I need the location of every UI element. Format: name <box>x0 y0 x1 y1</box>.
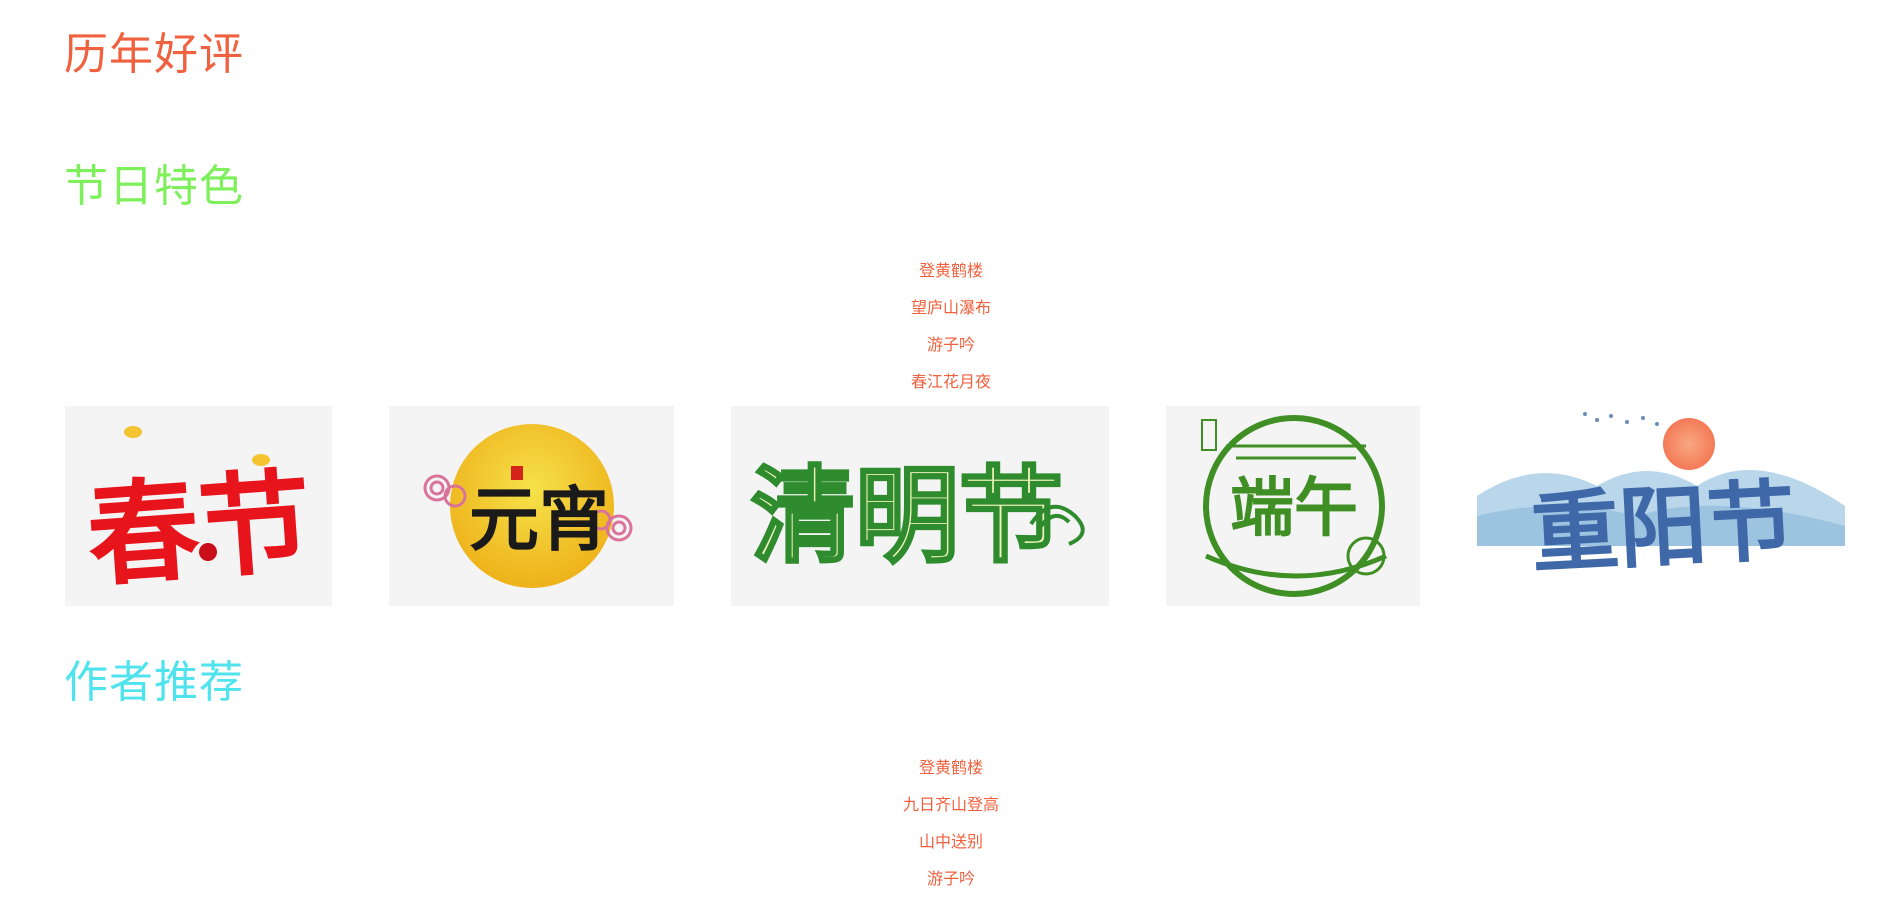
poem-link[interactable]: 九日齐山登高 <box>903 795 999 814</box>
section-title-authors: 作者推荐 <box>64 657 244 708</box>
poem-link[interactable]: 游子吟 <box>927 335 975 354</box>
list-item: 游子吟 <box>0 860 1902 897</box>
section-title-festivals: 节日特色 <box>64 161 244 212</box>
list-item: 登黄鹤楼 <box>0 252 1902 289</box>
lantern-festival-artwork: 元宵 <box>389 406 674 606</box>
qingming-festival-lettering: 清明节 <box>751 455 1063 577</box>
chongyang-festival-lettering: 重阳节 <box>1529 469 1798 586</box>
chongyang-festival-artwork: 重阳节 <box>1477 406 1845 606</box>
list-item: 登黄鹤楼 <box>0 749 1902 786</box>
section-title-reviews: 历年好评 <box>64 29 244 80</box>
list-item: 九日齐山登高 <box>0 786 1902 823</box>
poem-link[interactable]: 望庐山瀑布 <box>911 298 991 317</box>
dragon-boat-festival-lettering: 端午 <box>1230 472 1358 546</box>
author-poem-list: 登黄鹤楼 九日齐山登高 山中送别 游子吟 <box>0 749 1902 897</box>
list-item: 游子吟 <box>0 326 1902 363</box>
poem-link[interactable]: 登黄鹤楼 <box>919 261 983 280</box>
poem-link[interactable]: 游子吟 <box>927 869 975 888</box>
dragon-boat-festival-artwork: 端午 <box>1166 406 1420 606</box>
festival-image-spring[interactable]: 春节 春节 <box>65 406 332 606</box>
list-item: 春江花月夜 <box>0 363 1902 400</box>
festival-image-qingming[interactable]: 清明节 清明节 <box>731 406 1109 606</box>
festival-image-row: 春节 春节 元宵 <box>0 406 1902 606</box>
festival-image-chongyang[interactable]: 重阳节 重阳节 <box>1477 406 1845 606</box>
list-item: 望庐山瀑布 <box>0 289 1902 326</box>
poem-link[interactable]: 登黄鹤楼 <box>919 758 983 777</box>
lantern-festival-lettering: 元宵 <box>469 478 609 561</box>
poem-link[interactable]: 山中送别 <box>919 832 983 851</box>
festival-poem-list: 登黄鹤楼 望庐山瀑布 游子吟 春江花月夜 <box>0 252 1902 400</box>
festival-image-lantern[interactable]: 元宵 元宵 <box>389 406 674 606</box>
spring-festival-lettering: 春节 <box>83 457 316 602</box>
festival-image-dragon-boat[interactable]: 端午 端午 <box>1166 406 1420 606</box>
poem-link[interactable]: 春江花月夜 <box>911 372 991 391</box>
list-item: 山中送别 <box>0 823 1902 860</box>
qingming-festival-artwork: 清明节 <box>731 406 1109 606</box>
spring-festival-artwork: 春节 <box>65 406 332 606</box>
page: 历年好评 节日特色 登黄鹤楼 望庐山瀑布 游子吟 春江花月夜 春节 春节 元宵 <box>0 0 1902 888</box>
